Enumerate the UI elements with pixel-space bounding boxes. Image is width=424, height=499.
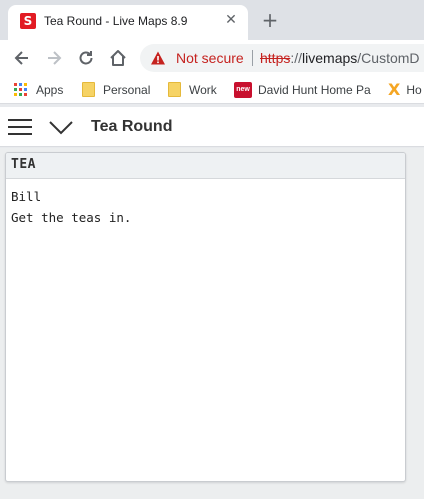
site-favicon-icon: S	[20, 13, 36, 29]
back-arrow-icon	[14, 51, 28, 65]
back-button[interactable]	[8, 44, 36, 72]
bookmark-work[interactable]: Work	[168, 81, 217, 99]
url-host: livemaps	[302, 50, 358, 66]
forward-button[interactable]	[40, 44, 68, 72]
tab-strip: S Tea Round - Live Maps 8.9 ✕ +	[0, 0, 424, 40]
bookmark-label: David Hunt Home Pa	[258, 83, 371, 97]
home-icon	[110, 50, 126, 66]
new-badge-icon: new	[234, 81, 252, 98]
browser-toolbar: Not secure https://livemaps/CustomD	[0, 40, 424, 76]
panel-line: Bill	[11, 189, 42, 204]
tab-title: Tea Round - Live Maps 8.9	[44, 14, 188, 28]
folder-icon	[82, 82, 95, 98]
browser-tab[interactable]: S Tea Round - Live Maps 8.9 ✕	[8, 5, 248, 40]
apps-grid-icon	[14, 82, 28, 97]
content-area: TEA Bill Get the teas in.	[0, 148, 424, 499]
close-tab-icon[interactable]: ✕	[222, 11, 240, 29]
bookmark-label: Apps	[36, 83, 64, 97]
warning-icon	[151, 51, 165, 65]
app-header: Tea Round	[0, 107, 424, 147]
panel-title: TEA	[11, 157, 36, 172]
tea-panel: TEA Bill Get the teas in.	[5, 152, 406, 482]
chevron-down-icon[interactable]	[48, 116, 74, 138]
not-secure-label[interactable]: Not secure	[176, 50, 244, 66]
bookmark-label: Ho	[406, 83, 422, 97]
bookmark-label: Personal	[103, 83, 151, 97]
omnibox-divider	[252, 50, 253, 66]
bookmark-personal[interactable]: Personal	[82, 81, 150, 99]
bookmark-apps[interactable]: Apps	[14, 81, 63, 99]
bookmark-label: Work	[189, 83, 217, 97]
folder-icon	[168, 82, 181, 98]
reload-icon	[79, 51, 93, 65]
bookmarks-bar: Apps Personal Work new David Hunt Home Pa…	[0, 76, 424, 104]
new-tab-button[interactable]: +	[258, 8, 282, 32]
home-button[interactable]	[104, 44, 132, 72]
forward-arrow-icon	[48, 51, 62, 65]
panel-header: TEA	[6, 153, 405, 179]
address-bar[interactable]: Not secure https://livemaps/CustomD	[140, 44, 424, 72]
bookmark-david-hunt[interactable]: new David Hunt Home Pa	[234, 81, 371, 99]
x-logo-icon: X	[388, 79, 401, 99]
hamburger-menu-icon[interactable]	[8, 117, 32, 137]
url-text[interactable]: https://livemaps/CustomD	[260, 50, 420, 66]
bookmark-ho[interactable]: X Ho	[388, 79, 422, 99]
panel-line: Get the teas in.	[11, 210, 132, 225]
reload-button[interactable]	[72, 44, 100, 72]
url-scheme: https	[260, 50, 291, 66]
url-path: /CustomD	[357, 50, 420, 66]
panel-body: Bill Get the teas in.	[11, 186, 131, 228]
url-separator: ://	[290, 50, 303, 66]
page-title: Tea Round	[91, 118, 173, 135]
